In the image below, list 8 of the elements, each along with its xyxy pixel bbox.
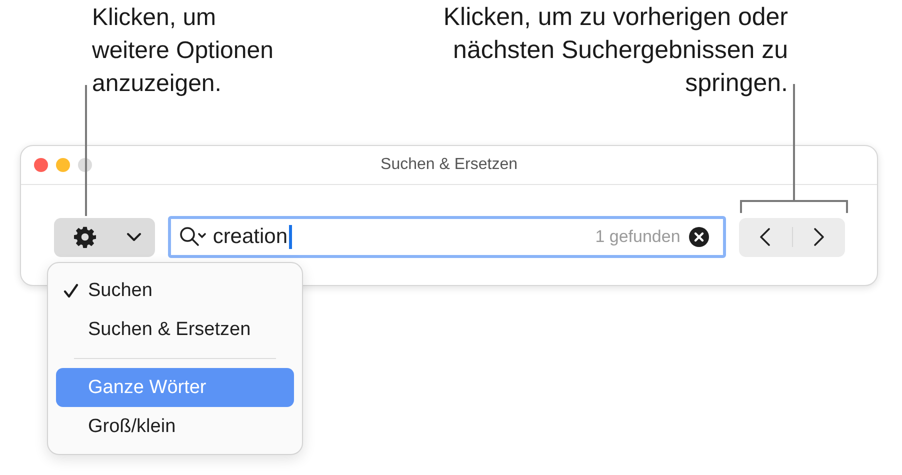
menu-item[interactable]: Suchen & Ersetzen xyxy=(56,310,294,349)
window-title: Suchen & Ersetzen xyxy=(380,156,518,174)
callout-text: Klicken, um zu vorherigen oder nächsten Suchergebnissen zu springen. xyxy=(442,2,788,99)
menu-item[interactable]: Groß/klein xyxy=(56,407,294,446)
match-count: 1 gefunden xyxy=(595,227,680,247)
search-field[interactable]: creation 1 gefunden xyxy=(168,216,726,258)
callout-text: Klicken, um weitere Optionen anzuzeigen. xyxy=(92,3,274,99)
menu-item[interactable]: Suchen xyxy=(56,271,294,310)
